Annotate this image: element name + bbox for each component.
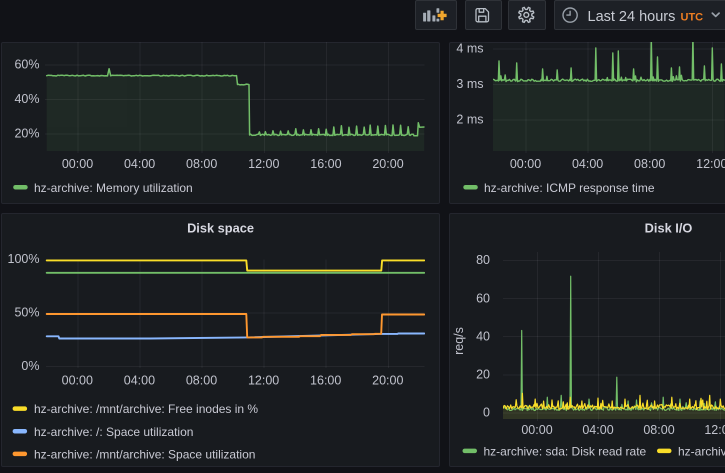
svg-text:20:00: 20:00: [372, 374, 403, 388]
svg-text:req/s: req/s: [452, 327, 466, 355]
svg-text:16:00: 16:00: [310, 374, 341, 388]
svg-text:20%: 20%: [14, 127, 39, 141]
svg-text:00:00: 00:00: [521, 423, 552, 437]
svg-text:hz-archive: /mnt/archive: Free: hz-archive: /mnt/archive: Free inodes in…: [34, 402, 258, 416]
svg-text:00:00: 00:00: [62, 374, 93, 388]
svg-text:hz-archive: /: Space utilizati: hz-archive: /: Space utilization: [34, 425, 193, 439]
svg-text:3 ms: 3 ms: [456, 77, 483, 91]
svg-text:08:00: 08:00: [186, 157, 217, 171]
svg-text:50%: 50%: [14, 305, 39, 319]
svg-text:UTC: UTC: [681, 11, 704, 23]
svg-text:40: 40: [476, 329, 490, 343]
svg-text:20: 20: [476, 368, 490, 382]
svg-text:hz-archive: /mnt/archive: Spac: hz-archive: /mnt/archive: Space utilizat…: [34, 447, 255, 461]
svg-text:12:00: 12:00: [704, 423, 725, 437]
svg-text:hz-archive: sda: Disk read rat: hz-archive: sda: Disk read rate: [484, 444, 647, 458]
svg-text:Disk space: Disk space: [187, 221, 254, 236]
svg-text:40%: 40%: [14, 92, 39, 106]
svg-text:0%: 0%: [21, 359, 39, 373]
svg-text:hz-archive: sda: Disk write ra: hz-archive: sda: Disk write rate: [678, 444, 725, 458]
svg-text:0: 0: [483, 406, 490, 420]
svg-text:60%: 60%: [14, 58, 39, 72]
svg-text:16:00: 16:00: [310, 157, 341, 171]
svg-text:00:00: 00:00: [62, 157, 93, 171]
svg-text:04:00: 04:00: [124, 374, 155, 388]
svg-text:04:00: 04:00: [582, 423, 613, 437]
svg-text:20:00: 20:00: [372, 157, 403, 171]
svg-text:4 ms: 4 ms: [456, 42, 483, 56]
svg-text:12:00: 12:00: [248, 157, 279, 171]
svg-text:80: 80: [476, 253, 490, 267]
svg-text:Last 24 hours: Last 24 hours: [588, 9, 676, 25]
svg-text:100%: 100%: [8, 252, 40, 266]
svg-text:2 ms: 2 ms: [456, 113, 483, 127]
svg-text:60: 60: [476, 291, 490, 305]
svg-text:hz-archive: Memory utilization: hz-archive: Memory utilization: [34, 181, 193, 195]
svg-text:hz-archive: ICMP response time: hz-archive: ICMP response time: [484, 181, 655, 195]
svg-text:04:00: 04:00: [572, 157, 603, 171]
svg-text:04:00: 04:00: [124, 157, 155, 171]
svg-text:00:00: 00:00: [510, 157, 541, 171]
svg-text:08:00: 08:00: [186, 374, 217, 388]
svg-text:12:00: 12:00: [696, 157, 725, 171]
svg-text:Disk I/O: Disk I/O: [645, 221, 693, 236]
svg-text:08:00: 08:00: [634, 157, 665, 171]
svg-text:12:00: 12:00: [248, 374, 279, 388]
svg-text:08:00: 08:00: [643, 423, 674, 437]
